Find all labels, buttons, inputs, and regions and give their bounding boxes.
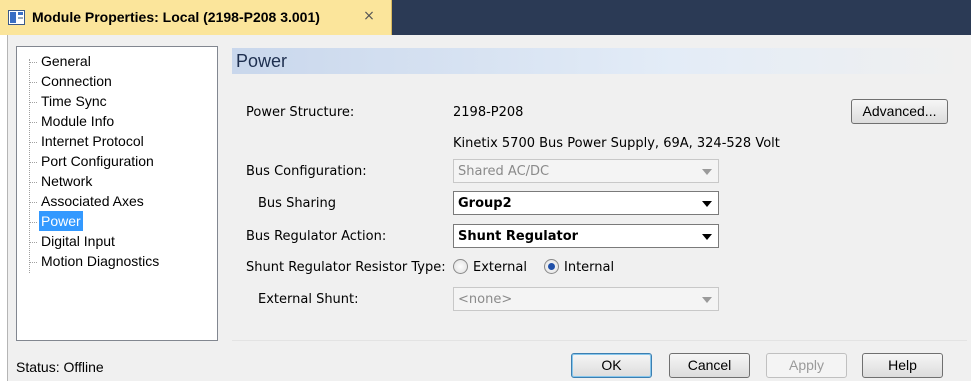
tree-item-power[interactable]: Power: [29, 211, 83, 231]
page-title: Power: [236, 51, 288, 71]
bus-configuration-label: Bus Configuration:: [246, 164, 367, 179]
help-button[interactable]: Help: [862, 353, 943, 378]
shunt-external-radio[interactable]: [453, 259, 468, 274]
bus-regulator-value: Shunt Regulator: [458, 229, 579, 244]
advanced-button[interactable]: Advanced...: [851, 99, 948, 124]
power-structure-description: Kinetix 5700 Bus Power Supply, 69A, 324-…: [453, 136, 780, 151]
module-icon: [8, 10, 25, 25]
tree-item-associated-axes[interactable]: Associated Axes: [29, 191, 146, 211]
bus-regulator-label: Bus Regulator Action:: [246, 229, 387, 244]
tree-item-port-configuration[interactable]: Port Configuration: [29, 151, 156, 171]
bus-configuration-value: Shared AC/DC: [458, 164, 550, 179]
shunt-type-label: Shunt Regulator Resistor Type:: [246, 260, 446, 275]
divider: [232, 340, 967, 341]
shunt-internal-radio[interactable]: [544, 259, 559, 274]
power-structure-label: Power Structure:: [246, 105, 355, 120]
bus-sharing-label: Bus Sharing: [258, 196, 336, 211]
shunt-external-label[interactable]: External: [473, 260, 527, 275]
document-tab-bar: Module Properties: Local (2198-P208 3.00…: [0, 0, 971, 35]
tree-item-digital-input[interactable]: Digital Input: [29, 231, 117, 251]
chevron-down-icon: [702, 234, 712, 240]
tree-item-motion-diagnostics[interactable]: Motion Diagnostics: [29, 251, 161, 271]
tab-module-properties[interactable]: Module Properties: Local (2198-P208 3.00…: [0, 0, 392, 35]
apply-button: Apply: [766, 353, 847, 378]
tree-item-time-sync[interactable]: Time Sync: [29, 91, 109, 111]
bus-configuration-select: Shared AC/DC: [453, 159, 719, 183]
shunt-internal-label[interactable]: Internal: [564, 260, 614, 275]
tree-item-general[interactable]: General: [29, 51, 93, 71]
close-icon[interactable]: ×: [361, 8, 377, 24]
tree-item-module-info[interactable]: Module Info: [29, 111, 116, 131]
cancel-button[interactable]: Cancel: [669, 353, 750, 378]
tab-title: Module Properties: Local (2198-P208 3.00…: [32, 9, 320, 25]
page-header: Power: [232, 48, 967, 74]
chevron-down-icon: [702, 201, 712, 207]
category-tree[interactable]: General Connection Time Sync Module Info…: [16, 46, 218, 341]
bus-sharing-select[interactable]: Group2: [453, 191, 719, 215]
bus-sharing-value: Group2: [458, 196, 512, 211]
status-text: Status: Offline: [16, 359, 104, 375]
external-shunt-select: <none>: [453, 287, 719, 311]
tree-item-network[interactable]: Network: [29, 171, 94, 191]
power-structure-value: 2198-P208: [453, 105, 524, 120]
chevron-down-icon: [702, 169, 712, 175]
tree-item-connection[interactable]: Connection: [29, 71, 114, 91]
chevron-down-icon: [702, 297, 712, 303]
external-shunt-value: <none>: [458, 292, 513, 307]
bus-regulator-select[interactable]: Shunt Regulator: [453, 224, 719, 248]
external-shunt-label: External Shunt:: [258, 292, 359, 307]
ok-button[interactable]: OK: [571, 353, 652, 378]
tree-item-internet-protocol[interactable]: Internet Protocol: [29, 131, 146, 151]
